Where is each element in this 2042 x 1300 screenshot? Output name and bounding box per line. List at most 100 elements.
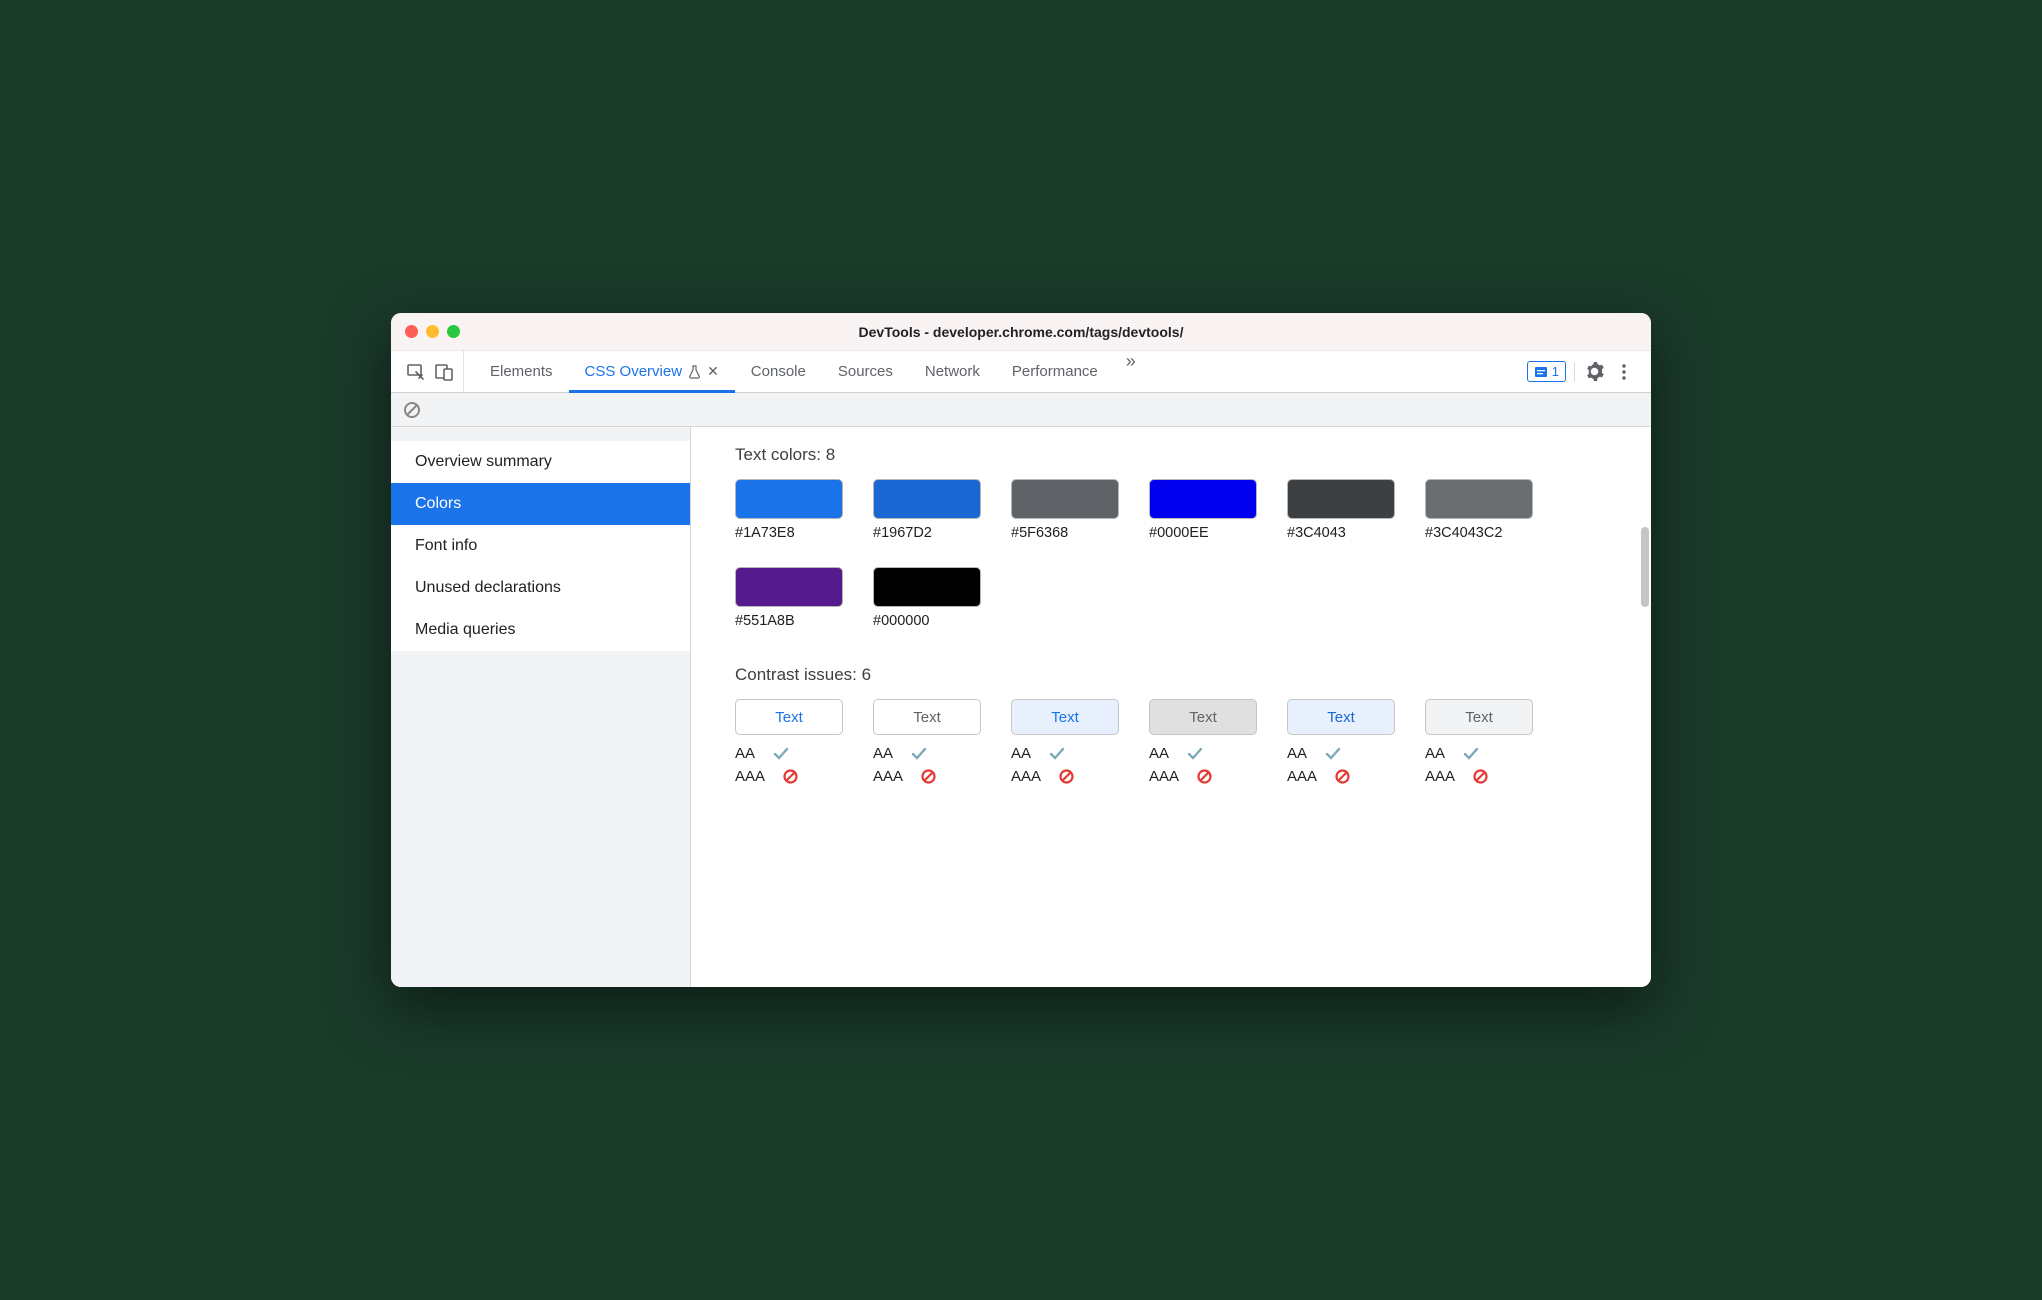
swatch-hex-label: #1967D2 — [873, 525, 981, 541]
tab-label: Sources — [838, 363, 893, 380]
contrast-grade-aaa: AAA — [1011, 766, 1119, 789]
swatch-color-box — [873, 479, 981, 519]
grade-label: AAA — [873, 766, 903, 789]
swatch-color-box — [873, 567, 981, 607]
no-entry-icon — [1335, 769, 1350, 784]
sidebar-item-colors[interactable]: Colors — [391, 483, 690, 525]
color-swatch[interactable]: #3C4043C2 — [1425, 479, 1533, 541]
no-entry-icon — [1473, 769, 1488, 784]
grade-label: AA — [1011, 743, 1031, 766]
tab-label: Network — [925, 363, 980, 380]
sidebar-item-label: Unused declarations — [415, 579, 561, 596]
swatch-color-box — [1287, 479, 1395, 519]
swatch-hex-label: #5F6368 — [1011, 525, 1119, 541]
color-swatch[interactable]: #000000 — [873, 567, 981, 629]
scrollbar-thumb[interactable] — [1641, 527, 1649, 607]
color-swatch[interactable]: #551A8B — [735, 567, 843, 629]
tab-performance[interactable]: Performance — [996, 351, 1114, 392]
issues-icon — [1534, 365, 1548, 379]
contrast-grade-aaa: AAA — [1149, 766, 1257, 789]
contrast-sample: Text — [735, 699, 843, 735]
contrast-grade-aaa: AAA — [735, 766, 843, 789]
contrast-issue-item[interactable]: TextAAAAA — [1287, 699, 1395, 788]
sidebar-item-font-info[interactable]: Font info — [391, 525, 690, 567]
device-toggle-icon[interactable] — [433, 361, 455, 383]
panel-body: Overview summary Colors Font info Unused… — [391, 427, 1651, 987]
tab-elements[interactable]: Elements — [474, 351, 569, 392]
swatch-hex-label: #000000 — [873, 613, 981, 629]
swatch-hex-label: #0000EE — [1149, 525, 1257, 541]
more-tabs-icon[interactable]: » — [1114, 351, 1148, 392]
contrast-grade-aa: AA — [873, 743, 981, 766]
window-title: DevTools - developer.chrome.com/tags/dev… — [391, 324, 1651, 340]
divider — [1574, 362, 1575, 382]
no-entry-icon — [783, 769, 798, 784]
contrast-grade-aaa: AAA — [873, 766, 981, 789]
clear-overview-icon[interactable] — [401, 399, 423, 421]
inspect-element-icon[interactable] — [405, 361, 427, 383]
sidebar-item-overview-summary[interactable]: Overview summary — [391, 441, 690, 483]
swatch-color-box — [1149, 479, 1257, 519]
tab-label: Console — [751, 363, 806, 380]
color-swatch[interactable]: #1967D2 — [873, 479, 981, 541]
contrast-issue-item[interactable]: TextAAAAA — [1011, 699, 1119, 788]
tab-network[interactable]: Network — [909, 351, 996, 392]
sidebar-item-unused-declarations[interactable]: Unused declarations — [391, 567, 690, 609]
swatch-color-box — [735, 567, 843, 607]
color-swatch[interactable]: #0000EE — [1149, 479, 1257, 541]
no-entry-icon — [1059, 769, 1074, 784]
color-swatch[interactable]: #3C4043 — [1287, 479, 1395, 541]
panel-tabs: Elements CSS Overview ✕ Console Sources … — [474, 351, 1517, 392]
main-toolbar: Elements CSS Overview ✕ Console Sources … — [391, 351, 1651, 393]
issues-count: 1 — [1552, 364, 1559, 379]
swatch-color-box — [1425, 479, 1533, 519]
swatch-color-box — [735, 479, 843, 519]
flask-icon — [688, 365, 701, 379]
sidebar-item-label: Font info — [415, 537, 477, 554]
swatch-color-box — [1011, 479, 1119, 519]
tab-css-overview[interactable]: CSS Overview ✕ — [569, 351, 735, 392]
contrast-grade-aa: AA — [1149, 743, 1257, 766]
titlebar: DevTools - developer.chrome.com/tags/dev… — [391, 313, 1651, 351]
contrast-grade-aa: AA — [1425, 743, 1533, 766]
toolbar-right-group: 1 — [1517, 361, 1645, 383]
close-tab-icon[interactable]: ✕ — [707, 363, 719, 380]
grade-label: AAA — [1425, 766, 1455, 789]
kebab-menu-icon[interactable] — [1613, 361, 1635, 383]
text-colors-heading: Text colors: 8 — [735, 445, 1607, 465]
color-swatch[interactable]: #5F6368 — [1011, 479, 1119, 541]
tab-sources[interactable]: Sources — [822, 351, 909, 392]
color-swatch[interactable]: #1A73E8 — [735, 479, 843, 541]
toolbar-left-group — [397, 351, 464, 392]
contrast-issue-item[interactable]: TextAAAAA — [873, 699, 981, 788]
contrast-issue-item[interactable]: Text AAAAA — [735, 699, 843, 788]
swatch-hex-label: #551A8B — [735, 613, 843, 629]
grade-label: AAA — [735, 766, 765, 789]
swatch-hex-label: #3C4043C2 — [1425, 525, 1533, 541]
check-icon — [773, 747, 789, 761]
contrast-grade-aaa: AAA — [1425, 766, 1533, 789]
settings-gear-icon[interactable] — [1583, 361, 1605, 383]
issues-badge[interactable]: 1 — [1527, 361, 1566, 382]
grade-label: AA — [1287, 743, 1307, 766]
grade-label: AA — [1149, 743, 1169, 766]
grade-label: AAA — [1149, 766, 1179, 789]
no-entry-icon — [921, 769, 936, 784]
tab-label: CSS Overview — [585, 363, 683, 380]
grade-label: AAA — [1287, 766, 1317, 789]
contrast-issue-item[interactable]: Text AAAAA — [1425, 699, 1533, 788]
contrast-grade-aa: AA — [1011, 743, 1119, 766]
contrast-issue-item[interactable]: TextAAAAA — [1149, 699, 1257, 788]
grade-label: AA — [1425, 743, 1445, 766]
tab-label: Elements — [490, 363, 553, 380]
sidebar-item-media-queries[interactable]: Media queries — [391, 609, 690, 651]
check-icon — [1325, 747, 1341, 761]
contrast-grade-aa: AA — [735, 743, 843, 766]
contrast-grade-aa: AA — [1287, 743, 1395, 766]
no-entry-icon — [1197, 769, 1212, 784]
tab-console[interactable]: Console — [735, 351, 822, 392]
devtools-window: DevTools - developer.chrome.com/tags/dev… — [391, 313, 1651, 987]
check-icon — [1049, 747, 1065, 761]
contrast-sample: Text — [1425, 699, 1533, 735]
contrast-issues-heading: Contrast issues: 6 — [735, 665, 1607, 685]
